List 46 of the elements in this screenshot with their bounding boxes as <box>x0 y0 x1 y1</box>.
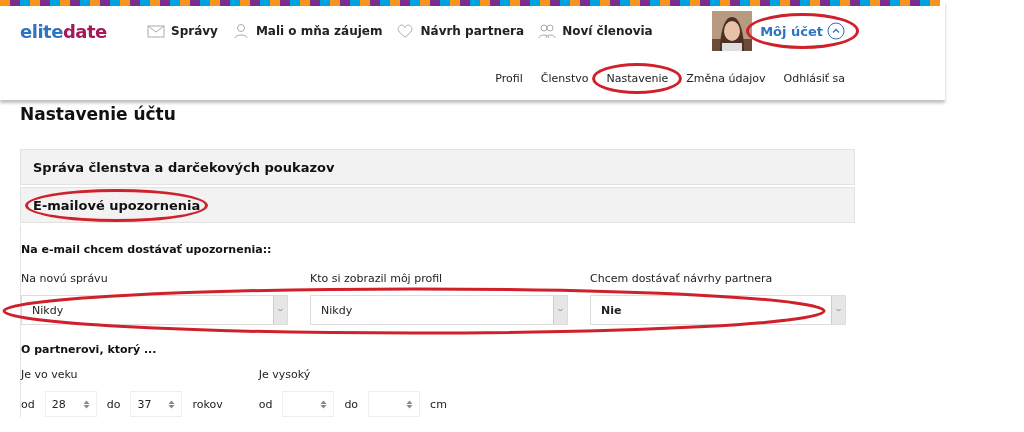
unit-label: cm <box>430 397 447 411</box>
section-heading: Na e-mail chcem dostávať upozornenia:: <box>21 243 273 256</box>
nav-link[interactable]: Správy <box>147 23 218 40</box>
field-label: Je vo veku <box>21 368 79 381</box>
number-field[interactable] <box>368 391 421 417</box>
caret-down-icon[interactable] <box>273 296 287 324</box>
accordion-header[interactable]: E-mailové upozornenia <box>20 187 855 223</box>
dropdown[interactable]: Nie <box>590 295 846 325</box>
from-label: od <box>258 397 273 411</box>
field-label: Je vysoký <box>258 368 312 381</box>
nav-link[interactable]: Mali o mňa záujem <box>231 23 383 40</box>
nav-link[interactable]: Noví členovia <box>538 23 653 40</box>
section-heading: O partnerovi, ktorý ... <box>21 343 158 356</box>
number-field[interactable]: 28 <box>44 391 97 417</box>
caret-down-icon[interactable] <box>831 296 845 324</box>
account-menu[interactable]: Môj účet <box>760 22 845 41</box>
person-icon <box>231 23 250 40</box>
nav-link[interactable]: Návrh partnera <box>396 23 525 40</box>
from-label: od <box>21 397 35 411</box>
spinner-arrows-icon[interactable] <box>406 399 414 409</box>
envelope-icon <box>147 23 165 40</box>
page-title: Nastavenie účtu <box>20 104 177 126</box>
caret-down-icon[interactable] <box>553 296 567 324</box>
people-icon <box>538 23 557 40</box>
number-field[interactable] <box>282 391 335 417</box>
field-label: Kto si zobrazil môj profil <box>310 272 444 285</box>
unit-label: rokov <box>192 397 223 411</box>
spinner-arrows-icon[interactable] <box>82 399 90 409</box>
field-label: Chcem dostávať návrhy partnera <box>590 272 774 285</box>
submenu-link[interactable]: Změna údajov <box>686 71 766 85</box>
dropdown[interactable]: Nikdy <box>310 295 568 325</box>
logo[interactable]: elitedate <box>20 20 147 42</box>
number-field[interactable]: 37 <box>130 391 183 417</box>
submenu-link[interactable]: Nastavenie <box>606 71 669 85</box>
heart-icon <box>396 23 415 40</box>
to-label: do <box>344 397 359 411</box>
field-label: Na novú správu <box>21 272 109 285</box>
dropdown[interactable]: Nikdy <box>21 295 288 325</box>
spinner-arrows-icon[interactable] <box>320 399 328 409</box>
submenu-link[interactable]: Členstvo <box>540 71 589 85</box>
accordion-header[interactable]: Správa členstva a darčekových poukazov <box>20 149 855 185</box>
submenu-link[interactable]: Profil <box>495 71 523 85</box>
submenu-link[interactable]: Odhlásiť sa <box>783 71 845 85</box>
to-label: do <box>106 397 121 411</box>
spinner-arrows-icon[interactable] <box>168 399 176 409</box>
chevron-up-icon <box>827 22 845 41</box>
